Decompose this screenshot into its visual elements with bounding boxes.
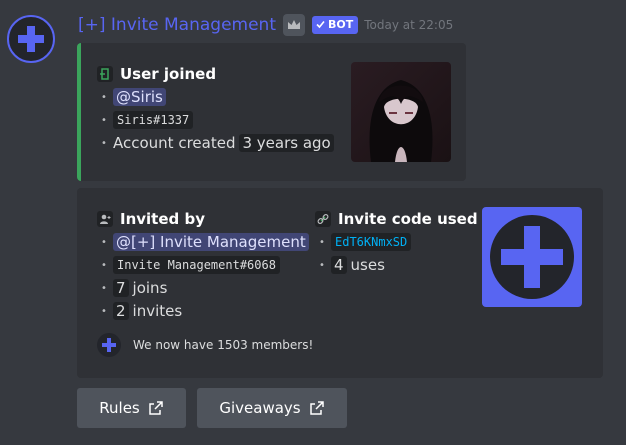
server-icon-thumbnail[interactable] xyxy=(482,207,582,307)
joins-count: 7 xyxy=(113,279,129,297)
rules-button[interactable]: Rules xyxy=(77,388,186,428)
external-link-icon xyxy=(148,401,163,415)
plus-cross-icon xyxy=(18,26,44,52)
author-name[interactable]: [+] Invite Management xyxy=(78,15,276,35)
user-avatar-thumbnail[interactable] xyxy=(351,62,451,162)
footer-plus-icon xyxy=(97,333,121,357)
invite-code-title: Invite code used xyxy=(315,210,478,228)
user-tag: Siris#1337 xyxy=(113,111,194,129)
inviter-tag: Invite Management#6068 xyxy=(113,256,280,274)
joined-mention-line: • @Siris xyxy=(101,88,166,106)
user-joined-title: User joined xyxy=(97,65,216,83)
bot-tag: BOT xyxy=(312,16,359,34)
user-mention[interactable]: @Siris xyxy=(113,88,166,106)
footer-text: We now have 1503 members! xyxy=(133,338,314,352)
uses-count: 4 xyxy=(331,256,347,274)
user-joined-embed: User joined • @Siris • Siris#1337 • Acco… xyxy=(77,43,466,181)
inviter-mention[interactable]: @[+] Invite Management xyxy=(113,233,309,251)
plus-cross-icon xyxy=(490,215,574,299)
joined-tag-line: • Siris#1337 xyxy=(101,111,194,129)
invite-code-line: • EdT6KNmxSD xyxy=(319,233,412,251)
message-header: [+] Invite Management BOT Today at 22:05 xyxy=(78,13,453,37)
bot-tag-label: BOT xyxy=(328,18,354,31)
uses-label: uses xyxy=(350,256,385,274)
inviter-tag-line: • Invite Management#6068 xyxy=(101,256,280,274)
invites-line: • 2 invites xyxy=(101,302,183,320)
account-created-label: Account created xyxy=(113,134,236,152)
external-link-icon xyxy=(309,401,324,415)
crown-icon xyxy=(283,14,305,36)
invited-by-title: Invited by xyxy=(97,210,205,228)
account-created-line: • Account created 3 years ago xyxy=(101,134,334,152)
person-add-icon xyxy=(97,211,113,227)
check-icon xyxy=(316,20,325,29)
giveaways-button[interactable]: Giveaways xyxy=(197,388,347,428)
bot-avatar[interactable] xyxy=(7,15,55,63)
door-enter-icon xyxy=(97,66,113,82)
account-age[interactable]: 3 years ago xyxy=(239,134,334,152)
invite-code[interactable]: EdT6KNmxSD xyxy=(331,233,412,251)
invites-label: invites xyxy=(132,302,183,320)
embed-footer: We now have 1503 members! xyxy=(97,333,313,357)
joins-label: joins xyxy=(132,279,168,297)
joins-line: • 7 joins xyxy=(101,279,168,297)
link-icon xyxy=(315,211,331,227)
timestamp[interactable]: Today at 22:05 xyxy=(364,18,453,32)
invites-count: 2 xyxy=(113,302,129,320)
uses-line: • 4 uses xyxy=(319,256,385,274)
invite-info-embed: Invited by • @[+] Invite Management • In… xyxy=(77,188,603,378)
rules-button-label: Rules xyxy=(99,399,140,417)
giveaways-button-label: Giveaways xyxy=(219,399,301,417)
inviter-mention-line: • @[+] Invite Management xyxy=(101,233,309,251)
